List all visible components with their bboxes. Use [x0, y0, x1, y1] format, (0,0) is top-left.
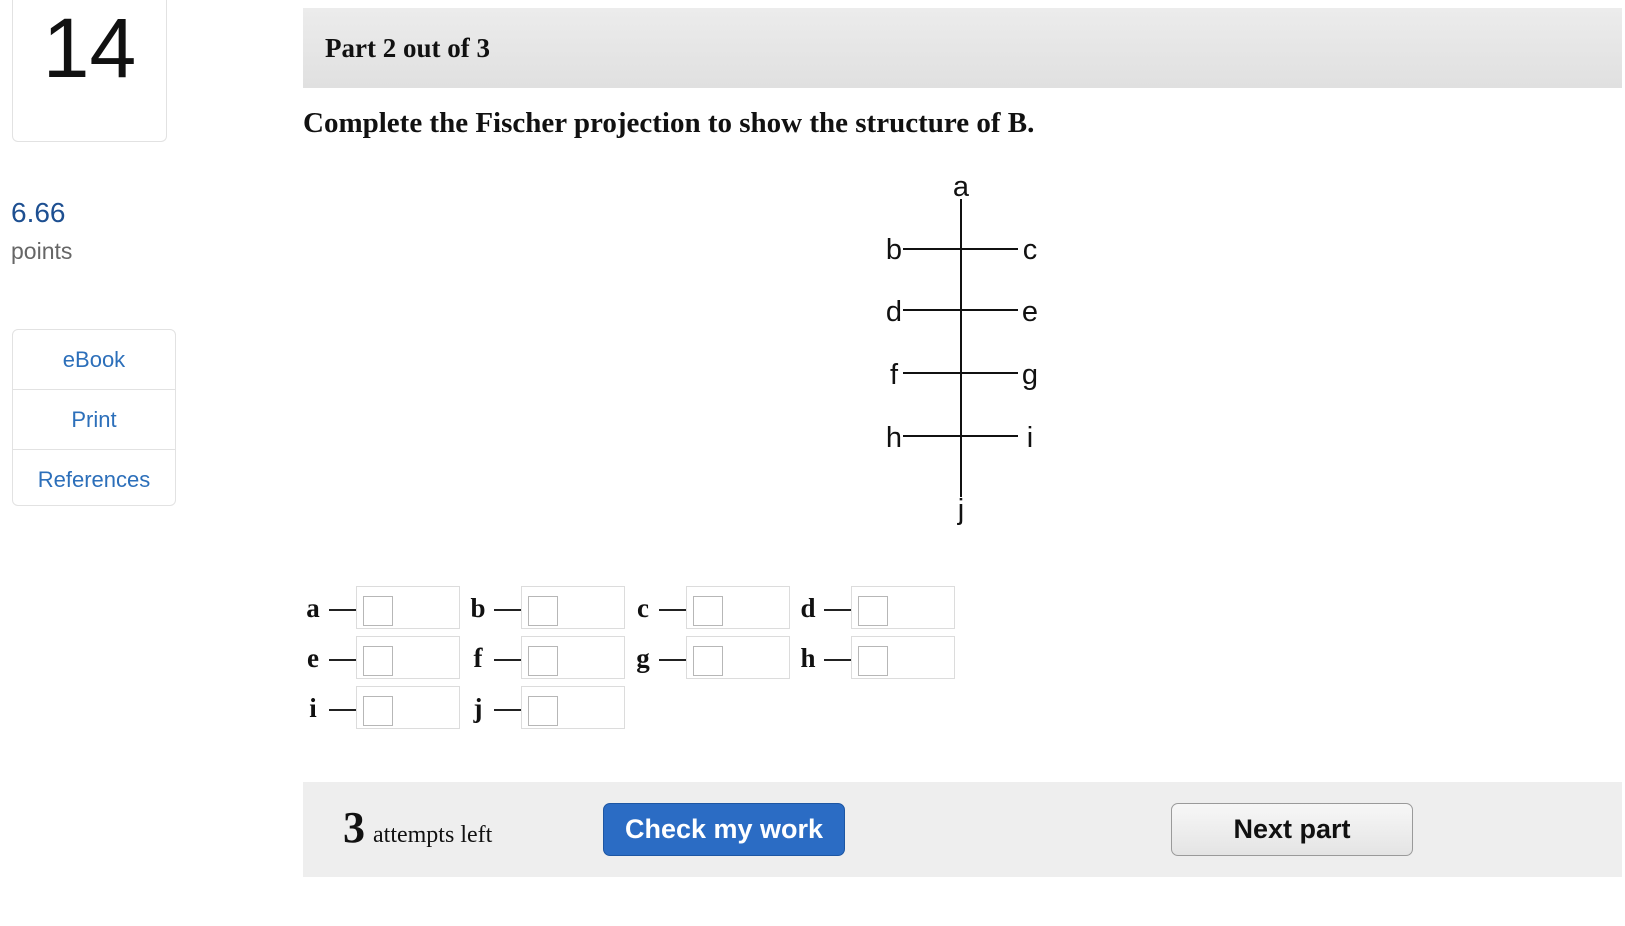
drop-target[interactable] [693, 646, 723, 676]
drop-target[interactable] [363, 596, 393, 626]
bond-dash [659, 609, 689, 611]
slot-letter: i [309, 693, 317, 723]
drop-field-f[interactable] [521, 636, 625, 679]
drop-field-c[interactable] [686, 586, 790, 629]
bond-dash [494, 659, 524, 661]
attempts-count: 3 [343, 803, 365, 852]
fischer-left-label-1: b [886, 234, 902, 266]
bond-dash [329, 659, 359, 661]
bond-dash [494, 609, 524, 611]
points-label: points [11, 238, 73, 264]
slot-letter: c [637, 593, 649, 623]
drop-field-g[interactable] [686, 636, 790, 679]
drop-field-h[interactable] [851, 636, 955, 679]
bond-dash [329, 709, 359, 711]
slot-letter: d [800, 593, 816, 623]
bond-dash [329, 609, 359, 611]
drop-target[interactable] [858, 596, 888, 626]
points-value: 6.66 [11, 197, 66, 228]
slot-letter: a [306, 593, 320, 623]
slot-letter: h [800, 643, 816, 673]
fischer-left-label-2: d [886, 296, 902, 328]
slot-letter: g [636, 643, 650, 673]
bond-dash [659, 659, 689, 661]
drop-target[interactable] [363, 696, 393, 726]
drop-field-a[interactable] [356, 586, 460, 629]
attempts-indicator: 3 attempts left [343, 802, 492, 853]
drop-field-b[interactable] [521, 586, 625, 629]
drop-field-j[interactable] [521, 686, 625, 729]
fischer-bottom-label: j [957, 494, 964, 526]
question-number: 14 [12, 0, 167, 142]
drop-target[interactable] [528, 646, 558, 676]
drop-field-e[interactable] [356, 636, 460, 679]
slot-letter: b [470, 593, 486, 623]
references-link[interactable]: References [13, 450, 175, 509]
bond-dash [824, 609, 854, 611]
drop-target[interactable] [363, 646, 393, 676]
next-part-button[interactable]: Next part [1171, 803, 1413, 856]
drop-target[interactable] [693, 596, 723, 626]
print-link[interactable]: Print [13, 390, 175, 450]
attempts-label: attempts left [373, 822, 493, 848]
resources-panel: eBook Print References [12, 329, 176, 506]
fischer-right-label-3: g [1022, 359, 1038, 391]
fischer-top-label: a [953, 175, 970, 203]
part-header: Part 2 out of 3 [303, 8, 1622, 88]
slot-letter: e [307, 643, 319, 673]
question-prompt: Complete the Fischer projection to show … [303, 107, 1035, 139]
drop-field-i[interactable] [356, 686, 460, 729]
fischer-right-label-2: e [1022, 296, 1038, 328]
bond-dash [494, 709, 524, 711]
drop-target[interactable] [528, 596, 558, 626]
ebook-link[interactable]: eBook [13, 330, 175, 390]
drop-target[interactable] [858, 646, 888, 676]
fischer-projection: a b c d e f g h i j [886, 175, 1038, 526]
fischer-left-label-4: h [886, 422, 902, 454]
bond-dash [824, 659, 854, 661]
slot-letter: f [473, 643, 483, 673]
drop-target[interactable] [528, 696, 558, 726]
slot-letter: j [473, 693, 483, 723]
footer-bar: 3 attempts left Check my work Next part [303, 782, 1622, 877]
fischer-right-label-1: c [1023, 234, 1038, 266]
fischer-left-label-3: f [890, 359, 899, 391]
fischer-right-label-4: i [1027, 422, 1033, 454]
drop-field-d[interactable] [851, 586, 955, 629]
check-my-work-button[interactable]: Check my work [603, 803, 845, 856]
